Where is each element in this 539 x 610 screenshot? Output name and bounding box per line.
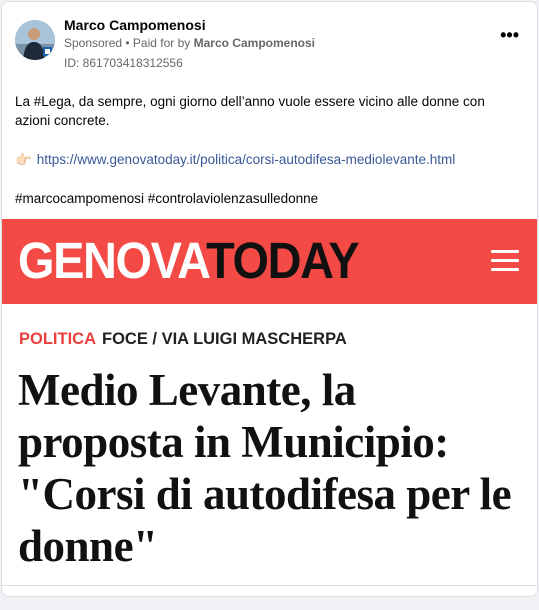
category-section: POLITICA <box>19 330 96 348</box>
logo-genova: GENOVA <box>18 232 207 289</box>
ad-post-card: Marco Campomenosi Sponsored • Paid for b… <box>1 1 538 597</box>
more-options-icon[interactable]: ••• <box>500 26 519 44</box>
author-name[interactable]: Marco Campomenosi <box>64 17 206 33</box>
category-location: FOCE / VIA LUIGI MASCHERPA <box>102 330 347 348</box>
paid-prefix: • Paid for by <box>122 36 194 50</box>
avatar[interactable] <box>15 20 55 60</box>
article-category: POLITICA FOCE / VIA LUIGI MASCHERPA <box>19 330 347 349</box>
menu-icon <box>491 250 519 272</box>
site-header-bar: GENOVATODAY <box>2 219 537 304</box>
paid-by-name: Marco Campomenosi <box>193 36 315 50</box>
sponsored-meta: Sponsored • Paid for by Marco Campomenos… <box>64 36 315 50</box>
article-headline: Medio Levante, la proposta in Municipio:… <box>18 365 512 571</box>
genovatoday-logo: GENOVATODAY <box>18 231 360 291</box>
post-header: Marco Campomenosi Sponsored • Paid for b… <box>2 2 537 78</box>
article-link[interactable]: https://www.genovatoday.it/politica/cors… <box>37 152 455 167</box>
pointing-hand-icon: 👉🏻 <box>15 152 32 167</box>
link-preview-image[interactable]: GENOVATODAY POLITICA FOCE / VIA LUIGI MAS… <box>2 219 537 589</box>
post-text-line: La #Lega, da sempre, ogni giorno dell’an… <box>15 94 485 128</box>
logo-today: TODAY <box>206 232 360 289</box>
divider <box>2 585 537 586</box>
hashtags[interactable]: #marcocampomenosi #controlaviolenzasulle… <box>15 189 520 208</box>
sponsored-label[interactable]: Sponsored <box>64 36 122 50</box>
post-text: La #Lega, da sempre, ogni giorno dell’an… <box>15 92 520 228</box>
post-link-line: 👉🏻 https://www.genovatoday.it/politica/c… <box>15 150 520 169</box>
ad-id: ID: 861703418312556 <box>64 56 183 70</box>
